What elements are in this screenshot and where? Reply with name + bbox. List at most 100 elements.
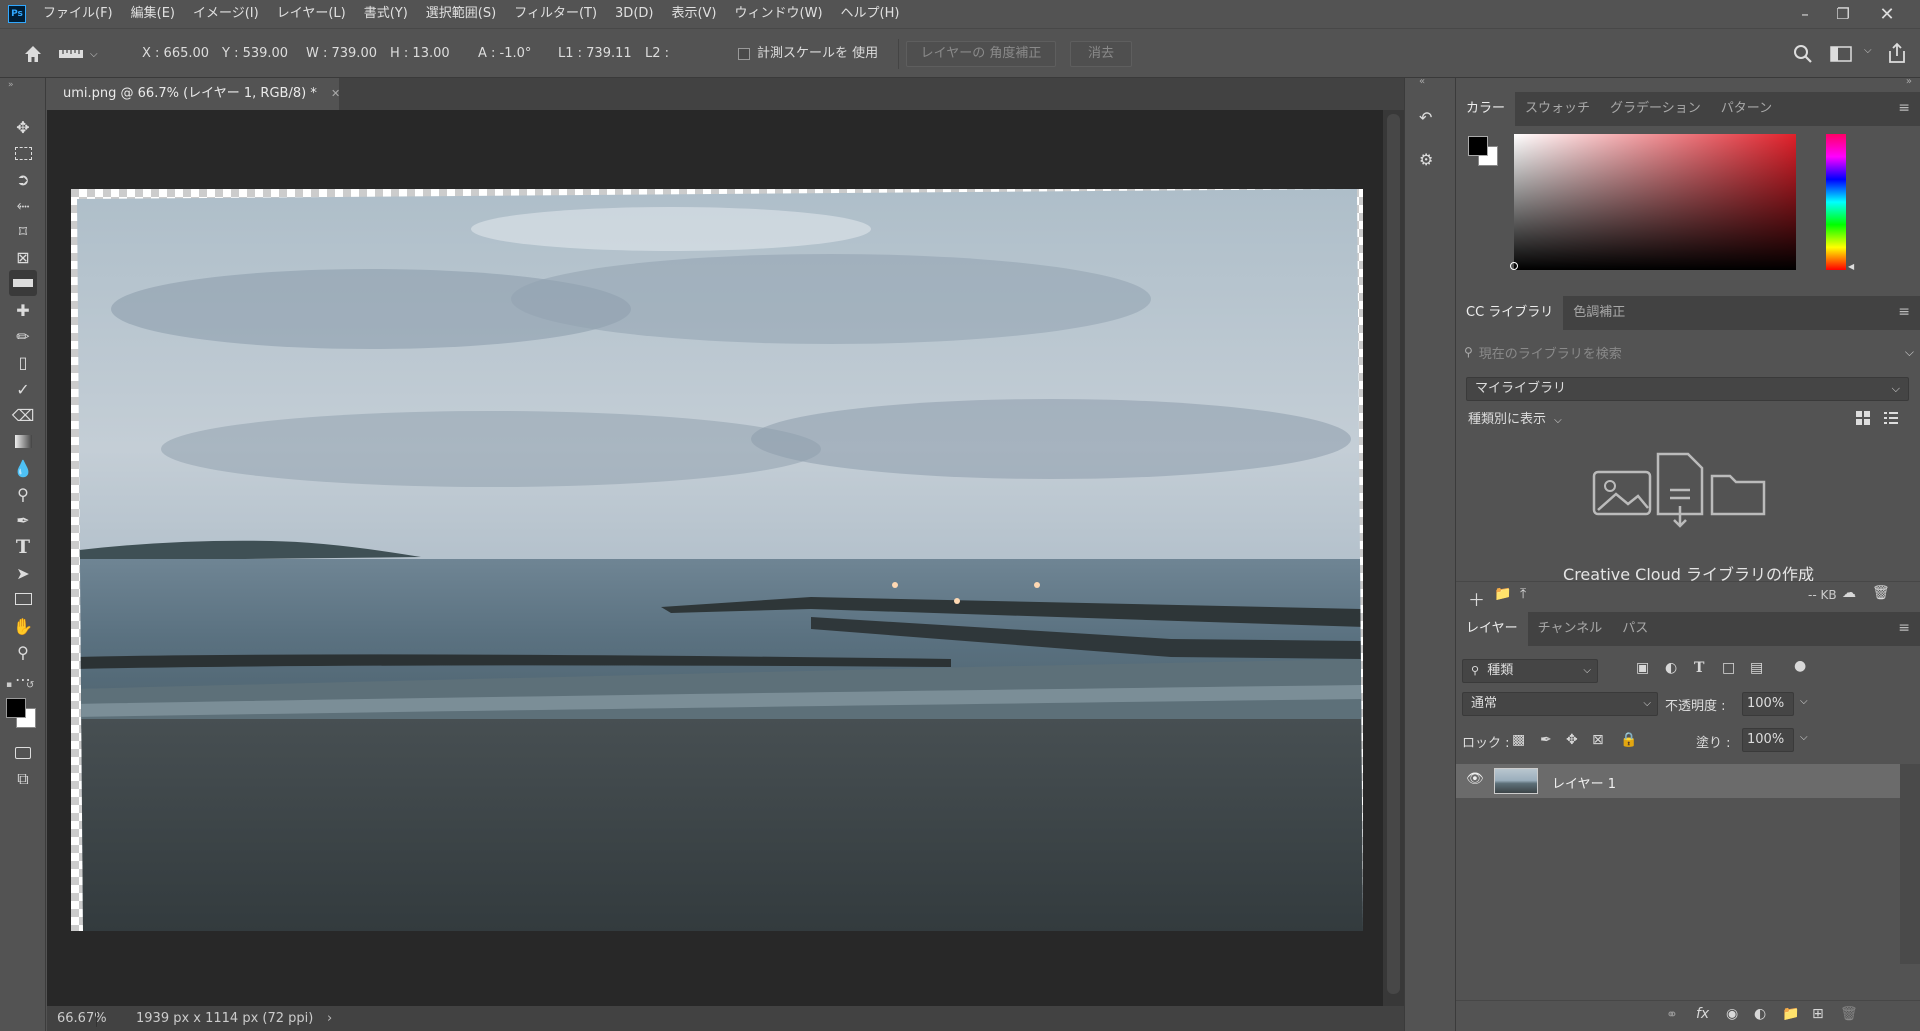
dodge-tool-icon[interactable]: ⚲ (9, 481, 37, 507)
stamp-tool-icon[interactable]: ▯ (9, 349, 37, 375)
lock-transparent-icon[interactable]: ▩ (1512, 732, 1525, 748)
library-search[interactable]: ⚲ 現在のライブラリを検索 ⌵ (1464, 340, 1914, 364)
delete-layer-icon[interactable]: 🗑 (1840, 1006, 1858, 1022)
trash-icon[interactable]: 🗑 (1872, 585, 1890, 601)
layer-filter-select[interactable]: ⚲ 種類 ⌵ (1462, 659, 1598, 683)
layer-style-icon[interactable]: fx (1696, 1006, 1709, 1022)
add-icon[interactable]: ＋ (1468, 586, 1485, 611)
blur-tool-icon[interactable]: 💧 (9, 455, 37, 481)
tab-swatches[interactable]: スウォッチ (1515, 92, 1600, 126)
tab-gradients[interactable]: グラデーション (1600, 92, 1711, 126)
type-tool-icon[interactable]: T (9, 534, 37, 560)
menu-type[interactable]: 書式(Y) (355, 0, 417, 28)
layers-scrollbar[interactable] (1900, 764, 1920, 964)
eraser-tool-icon[interactable]: ⌫ (9, 402, 37, 428)
search-icon[interactable] (1793, 44, 1813, 64)
screen-mode-icon[interactable]: ⧉ (9, 766, 37, 792)
tab-cc-libraries[interactable]: CC ライブラリ (1456, 296, 1564, 330)
link-layers-icon[interactable]: ⚭ (1666, 1007, 1678, 1023)
filter-adjustment-icon[interactable]: ◐ (1665, 660, 1677, 676)
frame-tool-icon[interactable]: ⊠ (9, 244, 37, 270)
move-tool-icon[interactable]: ✥ (9, 114, 37, 140)
filter-type-icon[interactable]: T (1694, 660, 1704, 676)
pen-tool-icon[interactable]: ✒ (9, 507, 37, 533)
tab-paths[interactable]: パス (1612, 612, 1658, 646)
close-tab-icon[interactable]: ✕ (331, 87, 340, 100)
share-icon[interactable] (1887, 42, 1907, 64)
zoom-tool-icon[interactable]: ⚲ (9, 639, 37, 665)
menu-select[interactable]: 選択範囲(S) (417, 0, 505, 28)
folder-icon[interactable]: 📁 (1494, 586, 1511, 602)
layer-row[interactable]: 👁 レイヤー 1 (1456, 764, 1900, 798)
default-colors-icon[interactable]: ▪ (6, 680, 12, 690)
hue-slider-handle[interactable]: ◀ (1848, 262, 1854, 271)
menu-layer[interactable]: レイヤー(L) (268, 0, 355, 28)
use-scale-checkbox[interactable] (738, 48, 750, 60)
library-search-input[interactable]: 現在のライブラリを検索 (1479, 343, 1622, 362)
foreground-color-chip[interactable] (1468, 136, 1488, 156)
straighten-layer-button[interactable]: レイヤーの 角度補正 (906, 41, 1056, 67)
cloud-icon[interactable]: ☁ (1842, 585, 1856, 601)
properties-panel-icon[interactable]: ⚙ (1419, 150, 1441, 172)
swap-colors-icon[interactable]: ↺ (26, 680, 34, 691)
group-folder-icon[interactable]: 📁 (1782, 1006, 1799, 1022)
lock-image-icon[interactable]: ✒ (1540, 732, 1552, 748)
grid-view-icon[interactable] (1856, 411, 1870, 425)
history-brush-tool-icon[interactable]: ✓ (9, 376, 37, 402)
collapse-icon[interactable]: » (8, 80, 14, 90)
crop-tool-icon[interactable]: ⌑ (9, 218, 37, 244)
opacity-input[interactable]: 100% (1742, 692, 1794, 716)
menu-filter[interactable]: フィルター(T) (505, 0, 606, 28)
restore-icon[interactable]: ❐ (1822, 0, 1864, 28)
library-select[interactable]: マイライブラリ ⌵ (1466, 377, 1909, 401)
ruler-tool-preset[interactable]: ⌵ (58, 40, 128, 68)
layer-name[interactable]: レイヤー 1 (1552, 773, 1616, 792)
object-select-tool-icon[interactable]: ⬸ (9, 192, 37, 218)
hue-slider[interactable] (1826, 134, 1846, 270)
workspace-icon[interactable] (1830, 46, 1852, 62)
blend-mode-select[interactable]: 通常 ⌵ (1462, 692, 1658, 716)
healing-brush-tool-icon[interactable]: ✚ (9, 297, 37, 323)
zoom-level[interactable]: 66.67% (57, 1006, 107, 1031)
filter-shape-icon[interactable]: □ (1722, 660, 1735, 676)
scrollbar-thumb[interactable] (1387, 114, 1400, 994)
lasso-tool-icon[interactable]: ➲ (9, 166, 37, 192)
menu-help[interactable]: ヘルプ(H) (832, 0, 909, 28)
path-selection-tool-icon[interactable]: ➤ (9, 560, 37, 586)
marquee-tool-icon[interactable] (9, 140, 37, 166)
expand-icon[interactable]: » (1906, 76, 1912, 87)
tab-channels[interactable]: チャンネル (1528, 612, 1613, 646)
adjustment-layer-icon[interactable]: ◐ (1754, 1006, 1766, 1022)
tab-layers[interactable]: レイヤー (1456, 612, 1528, 646)
panel-menu-icon[interactable]: ≡ (1898, 304, 1910, 320)
ruler-tool-icon[interactable] (9, 270, 37, 296)
menu-window[interactable]: ウィンドウ(W) (726, 0, 832, 28)
panel-menu-icon[interactable]: ≡ (1898, 620, 1910, 636)
fill-input[interactable]: 100% (1742, 728, 1794, 752)
chevron-down-icon[interactable]: ⌵ (1800, 732, 1808, 743)
menu-view[interactable]: 表示(V) (662, 0, 725, 28)
home-icon[interactable] (22, 43, 44, 65)
color-field[interactable] (1510, 134, 1796, 270)
tab-color[interactable]: カラー (1456, 92, 1516, 126)
chevron-right-icon[interactable]: › (327, 1006, 332, 1031)
menu-edit[interactable]: 編集(E) (122, 0, 184, 28)
chevron-down-icon[interactable]: ⌵ (1864, 45, 1872, 56)
collapse-icon[interactable]: « (1419, 76, 1425, 87)
visibility-eye-icon[interactable]: 👁 (1466, 771, 1484, 787)
document-tab[interactable]: umi.png @ 66.7% (レイヤー 1, RGB/8) * ✕ (47, 78, 340, 110)
canvas-area[interactable] (47, 110, 1383, 1006)
lock-artboard-icon[interactable]: ⊠ (1592, 732, 1604, 748)
new-layer-icon[interactable]: ⊞ (1812, 1006, 1824, 1022)
chevron-down-icon[interactable]: ⌵ (1800, 696, 1808, 707)
vertical-scrollbar[interactable] (1383, 110, 1404, 1006)
history-panel-icon[interactable]: ↶ (1419, 108, 1441, 130)
quick-mask-icon[interactable] (9, 740, 37, 766)
hand-tool-icon[interactable]: ✋ (9, 613, 37, 639)
filter-pixel-icon[interactable]: ▣ (1636, 660, 1649, 676)
filter-smart-object-icon[interactable]: ▤ (1750, 660, 1763, 676)
close-icon[interactable]: ✕ (1866, 0, 1908, 28)
layer-mask-icon[interactable]: ◉ (1726, 1006, 1738, 1022)
document-canvas[interactable] (71, 189, 1363, 931)
minimize-icon[interactable]: – (1784, 0, 1826, 28)
